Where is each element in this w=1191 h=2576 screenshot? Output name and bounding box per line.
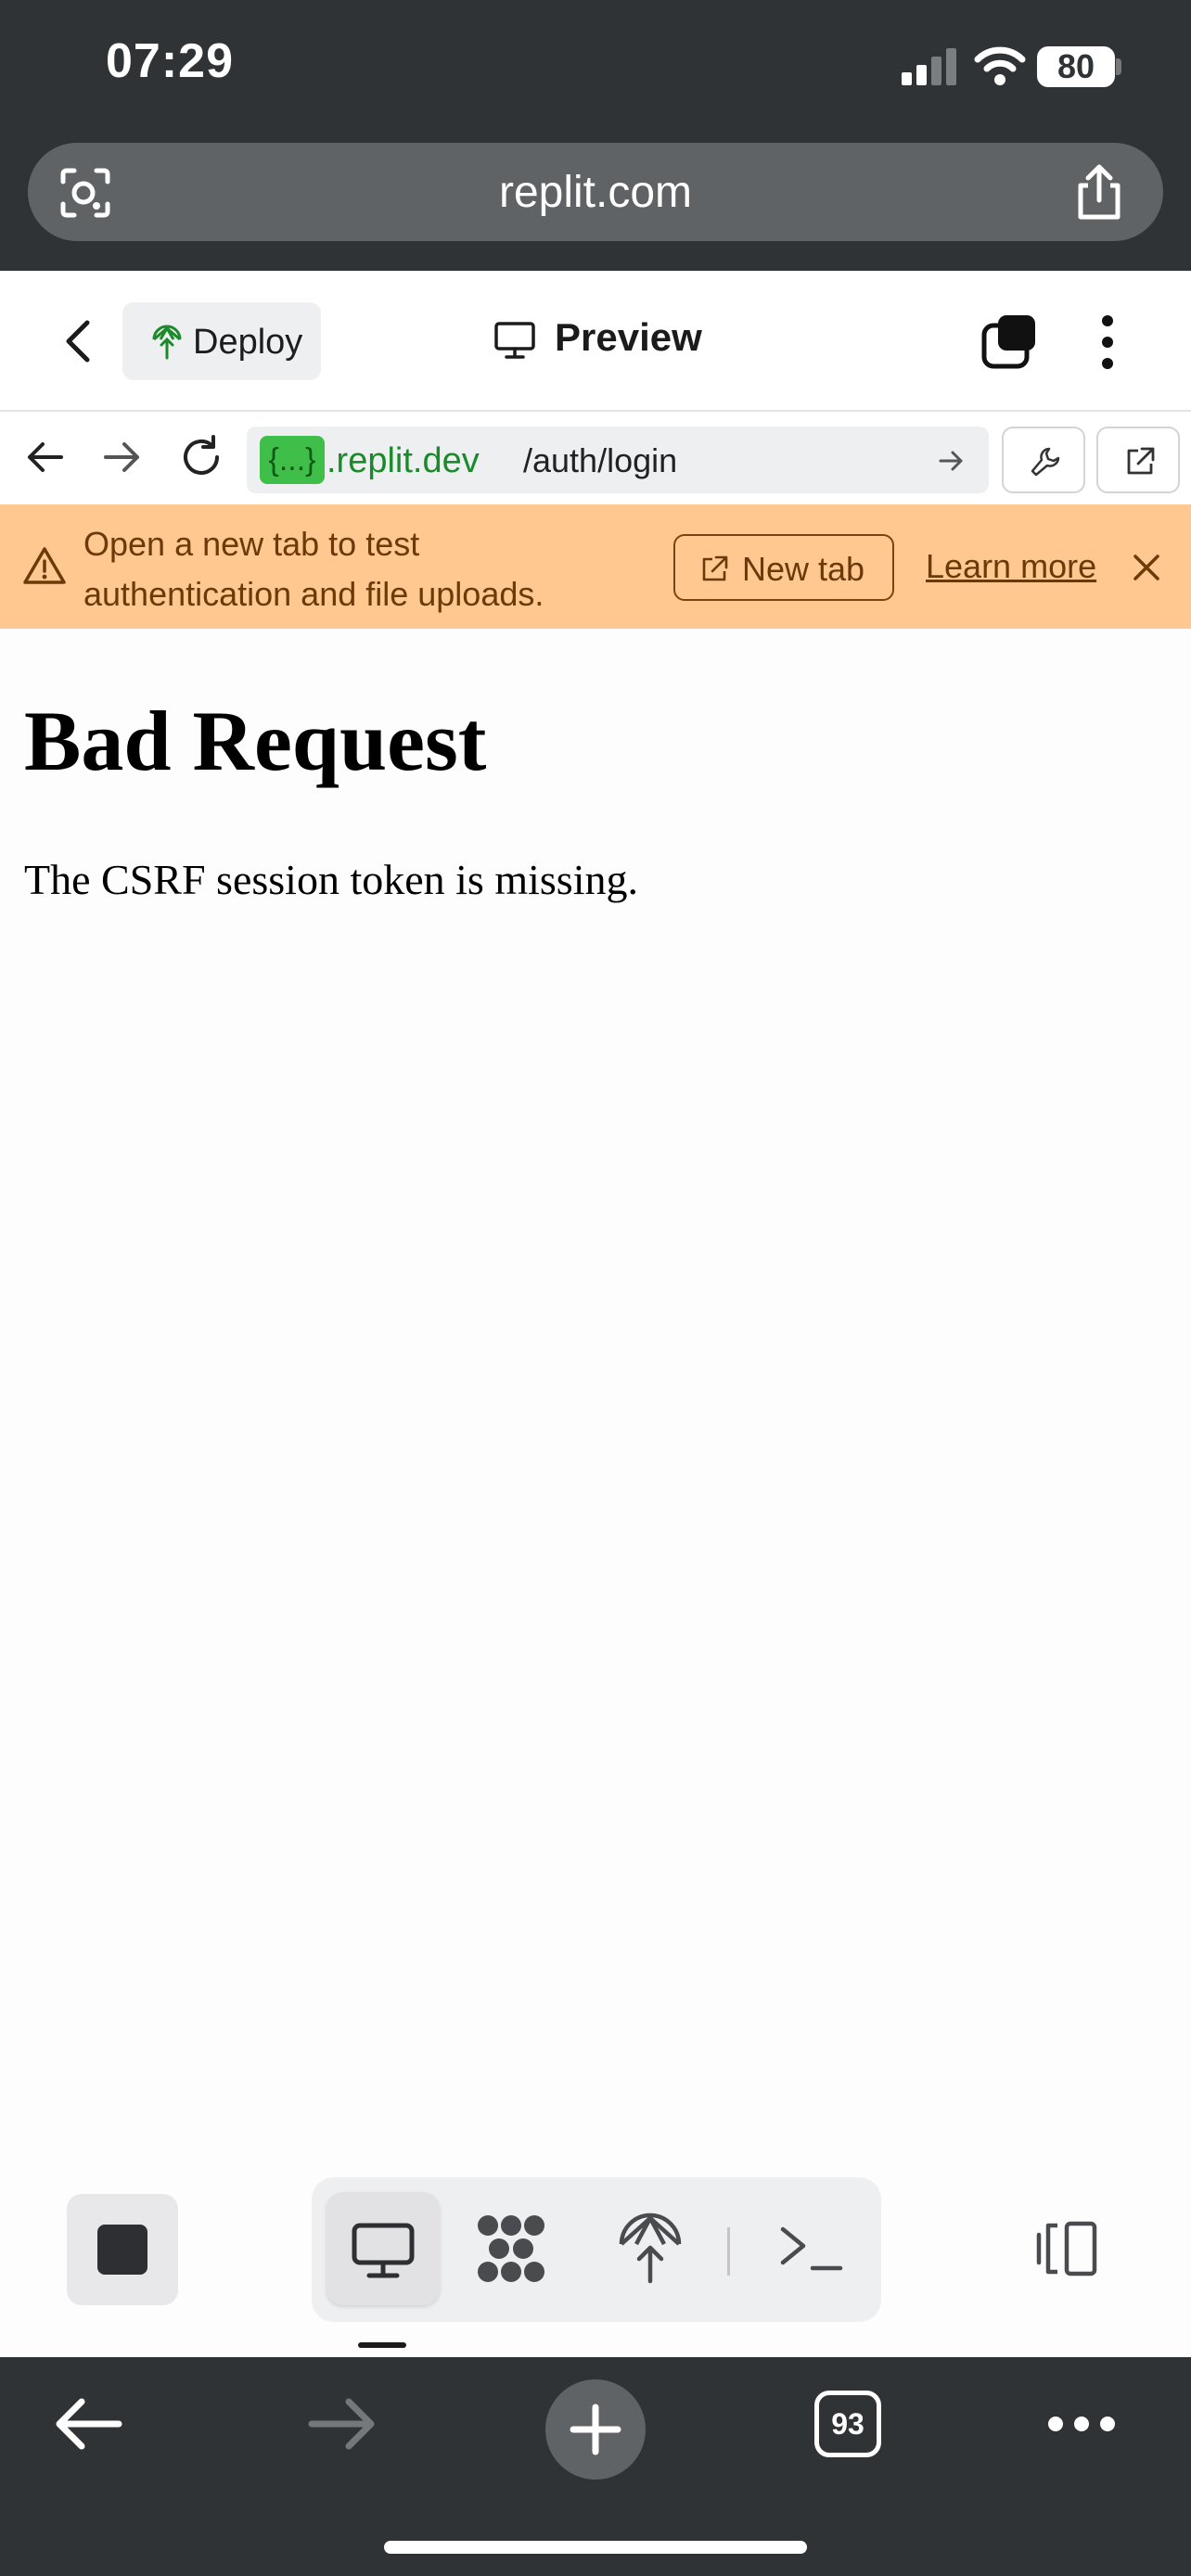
deploy-icon (152, 325, 182, 360)
wifi-icon (974, 46, 1026, 85)
browser-address-text[interactable]: replit.com (28, 167, 1163, 218)
panels-icon[interactable] (1033, 2218, 1100, 2279)
workflows-icon[interactable] (475, 2213, 547, 2285)
arrow-right-icon[interactable] (98, 434, 145, 480)
wrench-icon (1031, 447, 1060, 477)
arrow-left-icon[interactable] (22, 434, 69, 480)
devtools-button[interactable] (1002, 427, 1085, 493)
learn-more-link[interactable]: Learn more (926, 547, 1096, 586)
replit-header: Deploy Preview (0, 271, 1191, 412)
battery-icon: 80 (1037, 46, 1115, 87)
drag-handle[interactable] (358, 2342, 406, 2348)
tool-preview-button[interactable] (327, 2192, 440, 2305)
preview-toolbar: {...} .replit.dev /auth/login (0, 414, 1191, 504)
new-tab-browser-button[interactable] (545, 2379, 646, 2480)
preview-url-field[interactable]: {...} .replit.dev /auth/login (247, 427, 989, 493)
monitor-icon (494, 322, 535, 359)
new-tab-button[interactable]: New tab (673, 534, 894, 601)
status-time: 07:29 (106, 34, 234, 88)
stop-icon (97, 2225, 147, 2275)
new-tab-label: New tab (742, 550, 865, 588)
deploy-label: Deploy (193, 323, 303, 362)
error-message: The CSRF session token is missing. (24, 856, 638, 903)
url-path[interactable]: /auth/login (523, 441, 677, 480)
go-arrow-icon[interactable] (937, 447, 965, 475)
home-indicator[interactable] (384, 2541, 807, 2554)
tabs-count-icon[interactable]: 93 (814, 2391, 881, 2457)
tabs-stack-icon[interactable] (981, 313, 1039, 369)
tool-divider (727, 2227, 730, 2276)
url-domain: .replit.dev (327, 441, 480, 480)
deploy-button[interactable]: Deploy (122, 302, 321, 380)
error-heading: Bad Request (24, 694, 487, 788)
forward-arrow-icon[interactable] (306, 2394, 377, 2454)
warning-icon (23, 547, 66, 584)
external-link-icon (1127, 447, 1155, 475)
banner-line-2: authentication and file uploads. (83, 575, 544, 613)
battery-tip (1116, 58, 1121, 75)
open-external-button[interactable] (1096, 427, 1180, 493)
more-dots-icon[interactable] (1046, 2413, 1117, 2435)
chevron-left-icon[interactable] (59, 319, 96, 363)
deploy-icon[interactable] (614, 2213, 686, 2285)
auth-warning-banner: Open a new tab to test authentication an… (0, 504, 1191, 629)
reload-icon[interactable] (178, 434, 224, 480)
browser-address-bar[interactable]: replit.com (28, 143, 1163, 241)
monitor-icon (352, 2223, 415, 2278)
plus-icon (570, 2404, 621, 2455)
signal-icon (902, 48, 956, 85)
banner-line-1: Open a new tab to test (83, 525, 420, 563)
tool-switcher (312, 2177, 881, 2322)
terminal-icon[interactable] (775, 2213, 848, 2285)
share-icon[interactable] (1071, 163, 1127, 221)
kebab-icon[interactable] (1096, 313, 1119, 371)
browser-top-chrome: 07:29 80 replit.com (0, 0, 1191, 271)
url-badge: {...} (260, 436, 325, 484)
back-arrow-icon[interactable] (54, 2394, 124, 2454)
external-link-icon (702, 555, 728, 581)
banner-message: Open a new tab to test authentication an… (83, 519, 640, 619)
page-title: Preview (555, 315, 702, 359)
stop-button[interactable] (67, 2194, 178, 2305)
close-icon[interactable] (1130, 551, 1163, 584)
